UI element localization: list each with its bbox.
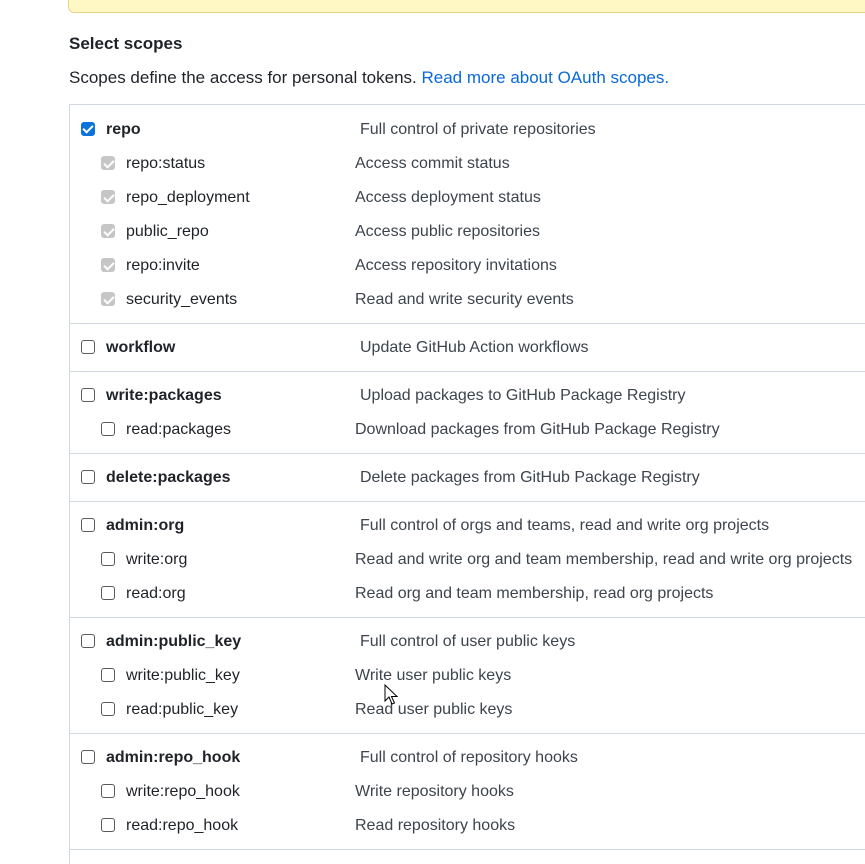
mouse-cursor-icon bbox=[384, 684, 399, 705]
scope-description: Read repository hooks bbox=[355, 817, 516, 834]
scope-description: Upload packages to GitHub Package Regist… bbox=[360, 387, 686, 404]
checkbox-admin-public-key[interactable] bbox=[81, 634, 95, 648]
checkbox-public-repo bbox=[101, 224, 115, 238]
scope-name[interactable]: workflow bbox=[106, 331, 175, 365]
scope-row-security-events: security_events Read and write security e… bbox=[70, 283, 865, 317]
scope-description: Read org and team membership, read org p… bbox=[355, 585, 714, 602]
checkbox-admin-repo-hook[interactable] bbox=[81, 750, 95, 764]
scope-description: Access deployment status bbox=[355, 189, 541, 206]
scope-name[interactable]: admin:public_key bbox=[106, 625, 241, 659]
scope-name[interactable]: delete:packages bbox=[106, 461, 231, 495]
scope-row-write-packages: write:packages Upload packages to GitHub … bbox=[70, 379, 865, 413]
scope-row-public-repo: public_repo Access public repositories bbox=[70, 215, 865, 249]
oauth-scopes-link[interactable]: Read more about OAuth scopes. bbox=[422, 68, 670, 87]
scope-description: Delete packages from GitHub Package Regi… bbox=[360, 469, 700, 486]
scope-name[interactable]: repo bbox=[106, 113, 141, 147]
checkbox-workflow[interactable] bbox=[81, 340, 95, 354]
scope-description: Full control of orgs and teams, read and… bbox=[360, 517, 770, 534]
checkbox-read-packages[interactable] bbox=[101, 422, 115, 436]
scope-group-admin-public-key: admin:public_key Full control of user pub… bbox=[70, 618, 865, 734]
checkbox-write-packages[interactable] bbox=[81, 388, 95, 402]
scope-row-read-packages: read:packages Download packages from GitH… bbox=[70, 413, 865, 447]
scope-name[interactable]: repo_deployment bbox=[126, 181, 250, 215]
scope-row-repo-deployment: repo_deployment Access deployment status bbox=[70, 181, 865, 215]
checkbox-repo-deployment bbox=[101, 190, 115, 204]
checkbox-delete-packages[interactable] bbox=[81, 470, 95, 484]
checkbox-write-org[interactable] bbox=[101, 552, 115, 566]
scope-name[interactable]: write:org bbox=[126, 543, 187, 577]
checkbox-repo-status bbox=[101, 156, 115, 170]
scope-description: Read and write org and team membership, … bbox=[355, 551, 853, 568]
scope-row-delete-packages: delete:packages Delete packages from GitH… bbox=[70, 461, 865, 495]
description-text: Scopes define the access for personal to… bbox=[69, 68, 417, 87]
flash-notice bbox=[68, 0, 865, 13]
scope-row-read-repo-hook: read:repo_hook Read repository hooks bbox=[70, 809, 865, 843]
scope-name[interactable]: repo:invite bbox=[126, 249, 200, 283]
scope-name[interactable]: admin:repo_hook bbox=[106, 741, 240, 775]
scope-description: Write user public keys bbox=[355, 667, 512, 684]
scope-name[interactable]: read:packages bbox=[126, 413, 231, 447]
scope-group-admin-org: admin:org Full control of orgs and teams,… bbox=[70, 502, 865, 618]
scope-row-write-public-key: write:public_key Write user public keys bbox=[70, 659, 865, 693]
scope-name[interactable]: write:repo_hook bbox=[126, 775, 240, 809]
checkbox-write-public-key[interactable] bbox=[101, 668, 115, 682]
checkbox-admin-org[interactable] bbox=[81, 518, 95, 532]
scope-group-delete-packages: delete:packages Delete packages from GitH… bbox=[70, 454, 865, 502]
scope-name[interactable]: read:repo_hook bbox=[126, 809, 238, 843]
scopes-list: repo Full control of private repositories… bbox=[69, 104, 865, 864]
scope-row-admin-public-key: admin:public_key Full control of user pub… bbox=[70, 625, 865, 659]
scope-description: Access commit status bbox=[355, 155, 510, 172]
checkbox-repo-invite bbox=[101, 258, 115, 272]
scope-row-read-public-key: read:public_key Read user public keys bbox=[70, 693, 865, 727]
scope-group-workflow: workflow Update GitHub Action workflows bbox=[70, 324, 865, 372]
scope-name[interactable]: admin:org bbox=[106, 509, 184, 543]
scope-description: Read user public keys bbox=[355, 701, 513, 718]
scope-group-repo: repo Full control of private repositories… bbox=[70, 105, 865, 324]
scope-description: Download packages from GitHub Package Re… bbox=[355, 421, 720, 438]
scope-row-repo-invite: repo:invite Access repository invitations bbox=[70, 249, 865, 283]
scope-name[interactable]: read:public_key bbox=[126, 693, 238, 727]
scope-name[interactable]: public_repo bbox=[126, 215, 209, 249]
scope-description: Access public repositories bbox=[355, 223, 540, 240]
scope-description: Full control of user public keys bbox=[360, 633, 576, 650]
section-description: Scopes define the access for personal to… bbox=[69, 68, 669, 88]
scope-description: Full control of repository hooks bbox=[360, 749, 578, 766]
scope-name[interactable]: write:packages bbox=[106, 379, 222, 413]
scope-description: Access repository invitations bbox=[355, 257, 557, 274]
scope-description: Write repository hooks bbox=[355, 783, 514, 800]
scope-row-repo-status: repo:status Access commit status bbox=[70, 147, 865, 181]
scope-description: Full control of private repositories bbox=[360, 121, 596, 138]
checkbox-read-org[interactable] bbox=[101, 586, 115, 600]
scope-row-write-org: write:org Read and write org and team mem… bbox=[70, 543, 865, 577]
scope-row-repo: repo Full control of private repositories bbox=[70, 113, 865, 147]
scope-name[interactable]: read:org bbox=[126, 577, 186, 611]
scope-row-write-repo-hook: write:repo_hook Write repository hooks bbox=[70, 775, 865, 809]
scope-group-write-packages: write:packages Upload packages to GitHub … bbox=[70, 372, 865, 454]
scope-row-admin-org: admin:org Full control of orgs and teams,… bbox=[70, 509, 865, 543]
scope-group-admin-repo-hook: admin:repo_hook Full control of repositor… bbox=[70, 734, 865, 850]
scope-name[interactable]: repo:status bbox=[126, 147, 205, 181]
section-heading: Select scopes bbox=[69, 34, 183, 53]
scope-description: Update GitHub Action workflows bbox=[360, 339, 589, 356]
scope-row-read-org: read:org Read org and team membership, re… bbox=[70, 577, 865, 611]
scope-description: Read and write security events bbox=[355, 291, 574, 308]
checkbox-repo[interactable] bbox=[81, 122, 95, 136]
scope-row-workflow: workflow Update GitHub Action workflows bbox=[70, 331, 865, 365]
checkbox-read-repo-hook[interactable] bbox=[101, 818, 115, 832]
checkbox-write-repo-hook[interactable] bbox=[101, 784, 115, 798]
scope-name[interactable]: security_events bbox=[126, 283, 237, 317]
checkbox-read-public-key[interactable] bbox=[101, 702, 115, 716]
scope-row-admin-repo-hook: admin:repo_hook Full control of repositor… bbox=[70, 741, 865, 775]
checkbox-security-events bbox=[101, 292, 115, 306]
scope-name[interactable]: write:public_key bbox=[126, 659, 240, 693]
